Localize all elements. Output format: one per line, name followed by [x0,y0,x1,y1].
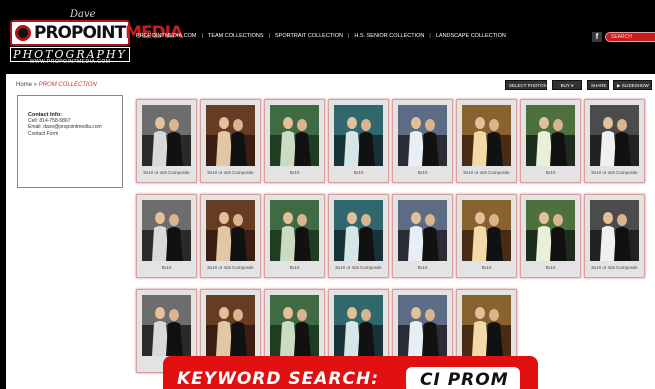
prom-photo-icon[interactable] [206,200,255,261]
page: Dave Corbert PROPOINTMEDIA PHOTOGRAPHY W… [6,0,655,389]
gallery-card[interactable]: 8x10 [392,99,453,183]
prom-photo-icon[interactable] [334,295,383,356]
gallery-card-caption: 8x10 [289,170,300,175]
prom-photo-icon[interactable] [462,105,511,166]
select-photos-button[interactable]: SELECT PHOTOS [505,80,547,90]
camera-lens-icon [15,25,31,41]
gallery-card[interactable]: 8x10 or 4x5 Composite [328,194,389,278]
gallery-card[interactable]: 8x10 [328,99,389,183]
gallery-card[interactable]: 8x10 [520,194,581,278]
gallery-card[interactable]: 8x10 or 4x5 Composite [200,99,261,183]
keyword-search-banner: KEYWORD SEARCH: CI PROM [163,356,538,389]
nav-separator: | [201,33,203,39]
gallery-card-caption: 8x10 or 4x5 Composite [463,170,510,175]
prom-photo-icon[interactable] [334,200,383,261]
prom-photo-icon[interactable] [526,105,575,166]
prom-photo-icon[interactable] [206,105,255,166]
breadcrumb-separator: » [32,82,39,88]
gallery-card-caption: 8x10 [417,265,428,270]
prom-photo-icon[interactable] [270,200,319,261]
gallery-card[interactable]: 8x10 [136,194,197,278]
gallery-card-caption: 8x10 [481,265,492,270]
gallery-card[interactable]: 8x10 or 4x5 Composite [136,99,197,183]
breadcrumb-home[interactable]: Home [16,82,32,88]
gallery-card-caption: 8x10 or 4x5 Composite [335,265,382,270]
keyword-search-value: CI PROM [420,370,509,389]
gallery-card-caption: 8x10 or 4x5 Composite [207,170,254,175]
gallery-card[interactable]: 8x10 or 4x5 Composite [584,99,645,183]
prom-photo-icon[interactable] [398,200,447,261]
gallery-card-caption: 8x10 [545,265,556,270]
keyword-search-label: KEYWORD SEARCH: [177,369,380,389]
gallery-card-caption: 8x10 or 4x5 Composite [591,265,638,270]
contact-info-box: Contact Info: Cell: 814-758-5867 Email: … [17,95,123,188]
gallery-card-caption: 8x10 or 4x5 Composite [207,265,254,270]
logo-brand-part1: PRO [34,23,72,43]
breadcrumb: Home » PROM COLLECTION [16,82,97,88]
gallery-card-caption: 8x10 [161,265,172,270]
gallery-card[interactable]: 8x10 [456,194,517,278]
nav-separator: | [268,33,271,39]
prom-photo-icon[interactable] [270,295,319,356]
prom-photo-icon[interactable] [142,200,191,261]
gallery-card-caption: 8x10 or 4x5 Composite [143,170,190,175]
prom-photo-icon[interactable] [398,105,447,166]
prom-photo-icon[interactable] [270,105,319,166]
prom-photo-icon[interactable] [590,200,639,261]
nav-link-sportrait-collection[interactable]: SPORTRAIT COLLECTION [275,33,343,39]
nav-link-senior-collection[interactable]: H.S. SENIOR COLLECTION [354,33,424,39]
facebook-icon[interactable]: f [592,32,602,42]
prom-photo-icon[interactable] [462,295,511,356]
nav-link-team-collections[interactable]: TEAM COLLECTIONS [208,33,264,39]
gallery-card[interactable]: 8x10 [520,99,581,183]
prom-photo-icon[interactable] [142,295,191,356]
search-input[interactable] [605,32,655,42]
logo-brand-box: PROPOINTMEDIA [10,20,183,46]
site-logo[interactable]: Dave Corbert PROPOINTMEDIA PHOTOGRAPHY W… [8,9,183,65]
site-header: Dave Corbert PROPOINTMEDIA PHOTOGRAPHY W… [6,0,655,74]
gallery-card-caption: 8x10 [417,170,428,175]
logo-url: WWW.PROPOINTMEDIA.COM [29,59,111,65]
gallery-card[interactable]: 8x10 [392,194,453,278]
gallery-card-caption: 8x10 [289,265,300,270]
nav-link-landscape-collection[interactable]: LANDSCAPE COLLECTION [436,33,506,39]
nav-separator: | [429,33,431,39]
gallery-card[interactable]: 8x10 or 4x5 Composite [584,194,645,278]
gallery-card[interactable]: 8x10 [264,194,325,278]
prom-photo-icon[interactable] [334,105,383,166]
share-button[interactable]: SHARE [587,80,609,90]
gallery-card[interactable]: 8x10 or 4x5 Composite [200,194,261,278]
gallery-card-caption: 8x10 [353,170,364,175]
gallery-card-caption: 8x10 or 4x5 Composite [591,170,638,175]
prom-photo-icon[interactable] [526,200,575,261]
gallery-card[interactable]: 8x10 [264,99,325,183]
top-nav: PROPOINTMEDIA.COM | TEAM COLLECTIONS | S… [136,33,506,39]
gallery-card[interactable]: 8x10 or 4x5 Composite [456,99,517,183]
contact-form-link[interactable]: Contact Form [28,131,122,137]
prom-photo-icon[interactable] [398,295,447,356]
slideshow-button[interactable]: ▶ SLIDESHOW [613,80,652,90]
nav-link-propointmedia[interactable]: PROPOINTMEDIA.COM [136,33,197,39]
prom-photo-icon[interactable] [462,200,511,261]
gallery-card-caption: 8x10 [545,170,556,175]
prom-photo-icon[interactable] [142,105,191,166]
nav-separator: | [347,33,350,39]
prom-photo-icon[interactable] [206,295,255,356]
keyword-value-pill: CI PROM [406,367,520,389]
logo-brand-part2: POINT [71,23,126,43]
breadcrumb-current: PROM COLLECTION [38,82,97,88]
prom-photo-icon[interactable] [590,105,639,166]
buy-button[interactable]: BUY ▾ [552,80,582,90]
